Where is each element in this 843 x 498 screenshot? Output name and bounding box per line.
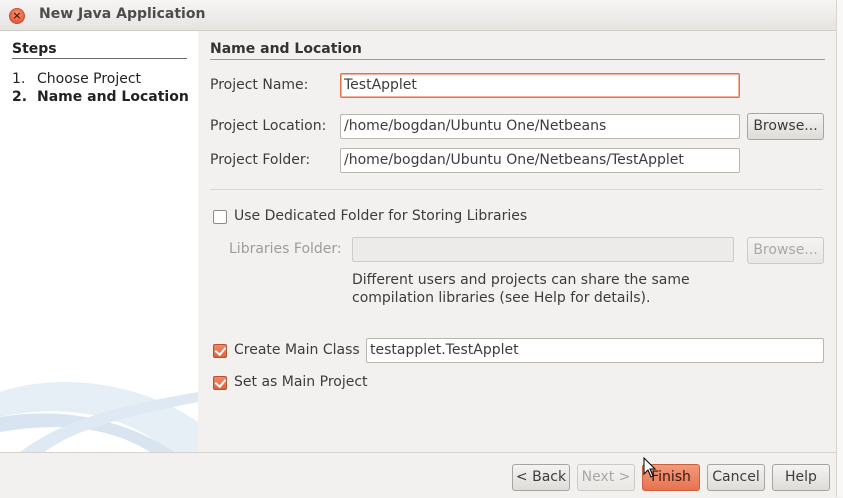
title-bar: × New Java Application [0, 0, 836, 31]
step-label: Name and Location [37, 89, 189, 105]
netbeans-swoosh-graphic [0, 382, 198, 452]
project-location-label: Project Location: [210, 118, 327, 134]
window-title: New Java Application [39, 6, 206, 22]
step-number: 2. [12, 89, 28, 105]
set-main-project-checkbox[interactable] [213, 376, 227, 390]
close-window-button[interactable]: × [9, 8, 25, 24]
cancel-button[interactable]: Cancel [707, 464, 765, 491]
dedicated-folder-label[interactable]: Use Dedicated Folder for Storing Librari… [234, 208, 527, 224]
steps-title: Steps [12, 41, 57, 57]
step-choose-project: 1. Choose Project [12, 71, 141, 87]
create-main-class-label[interactable]: Create Main Class [234, 342, 360, 358]
step-number: 1. [12, 71, 26, 87]
project-folder-input[interactable]: /home/bogdan/Ubuntu One/Netbeans/TestApp… [340, 148, 740, 173]
libraries-folder-label: Libraries Folder: [229, 241, 342, 257]
libraries-hint-text: Different users and projects can share t… [352, 272, 690, 306]
browse-location-button[interactable]: Browse... [747, 113, 824, 140]
next-button[interactable]: Next > [577, 464, 635, 491]
section-divider [210, 59, 825, 60]
step-name-and-location: 2. Name and Location [12, 89, 189, 105]
project-location-input[interactable]: /home/bogdan/Ubuntu One/Netbeans [340, 114, 740, 139]
libraries-folder-input[interactable] [352, 237, 734, 262]
help-button[interactable]: Help [772, 464, 830, 491]
project-folder-label: Project Folder: [210, 152, 311, 168]
create-main-class-checkbox[interactable] [213, 344, 227, 358]
section-title: Name and Location [210, 41, 362, 57]
mouse-pointer-icon [643, 457, 657, 478]
window-edge [836, 0, 843, 497]
separator [210, 189, 823, 190]
dedicated-folder-checkbox[interactable] [213, 210, 227, 224]
browse-libraries-button[interactable]: Browse... [747, 237, 824, 264]
set-main-project-label[interactable]: Set as Main Project [234, 374, 368, 390]
close-icon: × [12, 9, 22, 22]
main-class-input[interactable]: testapplet.TestApplet [366, 338, 824, 363]
project-name-input[interactable]: TestApplet [340, 73, 740, 98]
steps-divider [12, 58, 187, 59]
step-label: Choose Project [37, 71, 142, 87]
back-button[interactable]: < Back [512, 464, 570, 491]
project-name-label: Project Name: [210, 77, 309, 93]
steps-panel: Steps 1. Choose Project 2. Name and Locati… [0, 31, 198, 452]
